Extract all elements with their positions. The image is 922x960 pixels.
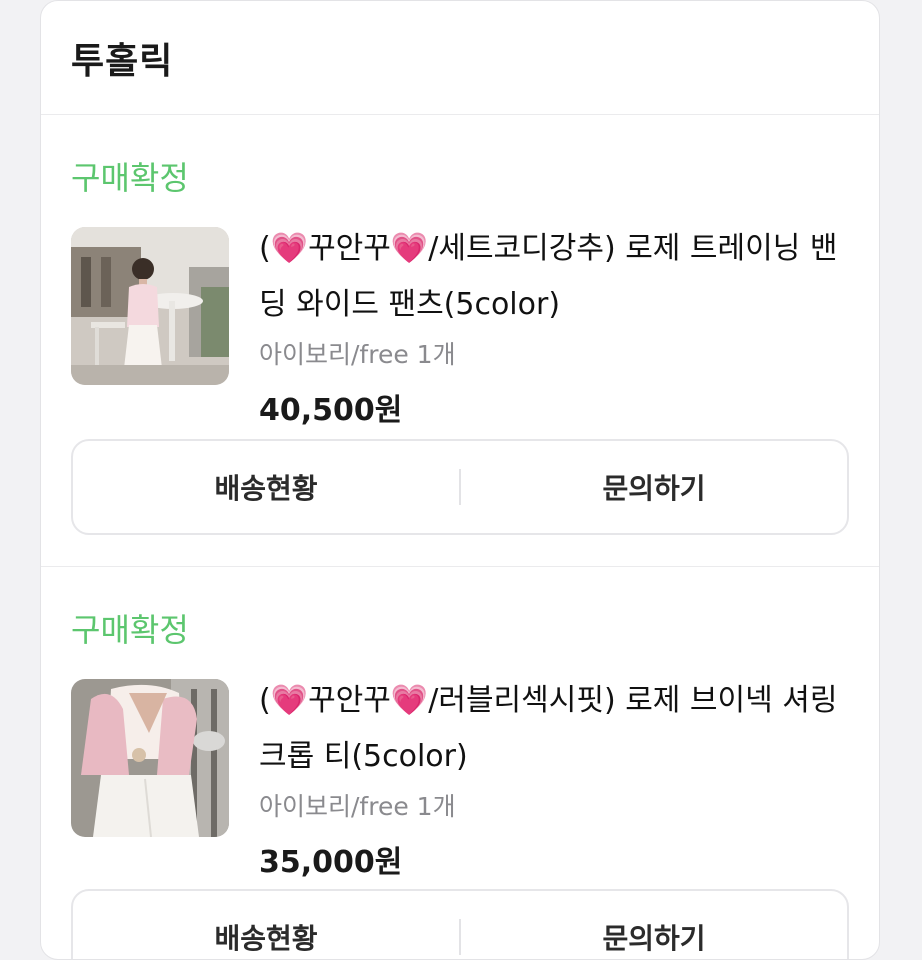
product-title[interactable]: (💗꾸안꾸💗/러블리섹시핏) 로제 브이넥 셔링 크롭 티(5color) <box>259 673 849 785</box>
delivery-status-button[interactable]: 배송현황 <box>73 917 459 957</box>
inquiry-button[interactable]: 문의하기 <box>461 467 847 507</box>
heart-icon: 💗 <box>390 231 429 266</box>
heart-icon: 💗 <box>270 683 309 718</box>
delivery-status-button[interactable]: 배송현황 <box>73 467 459 507</box>
order-actions: 배송현황 문의하기 <box>71 439 849 535</box>
store-name[interactable]: 투홀릭 <box>71 32 173 84</box>
product-title[interactable]: (💗꾸안꾸💗/세트코디강추) 로제 트레이닝 밴딩 와이드 팬츠(5color) <box>259 221 849 333</box>
product-thumbnail[interactable] <box>71 679 229 837</box>
order-item: 구매확정 (💗꾸안꾸� <box>41 115 879 567</box>
order-status: 구매확정 <box>71 159 189 197</box>
product-option: 아이보리/free 1개 <box>259 340 456 369</box>
order-item: 구매확정 (💗꾸안꾸💗/러블리섹시핏) 로제 브이넥 셔링 크롭 티(5colo… <box>41 567 879 959</box>
order-status: 구매확정 <box>71 611 189 649</box>
product-info[interactable]: (💗꾸안꾸💗/러블리섹시핏) 로제 브이넥 셔링 크롭 티(5color) 아이… <box>259 679 849 881</box>
order-actions: 배송현황 문의하기 <box>71 889 849 959</box>
heart-icon: 💗 <box>270 231 309 266</box>
title-prefix: ( <box>259 231 271 266</box>
heart-icon: 💗 <box>390 683 429 718</box>
order-list-card: 투홀릭 구매확정 (💗꾸안꾸💗/세트코디강추) 로제 트레이닝 밴딩 와이드 팬… <box>40 0 880 960</box>
product-photo-top <box>71 679 229 837</box>
title-keyword: 꾸안꾸 <box>308 683 391 718</box>
product-info[interactable]: (💗꾸안꾸💗/세트코디강추) 로제 트레이닝 밴딩 와이드 팬츠(5color)… <box>259 227 849 429</box>
product-photo-pants <box>71 227 229 385</box>
product-price: 40,500원 <box>259 393 403 428</box>
title-prefix: ( <box>259 683 271 718</box>
title-keyword: 꾸안꾸 <box>308 231 391 266</box>
store-header[interactable]: 투홀릭 <box>41 1 879 115</box>
product-option: 아이보리/free 1개 <box>259 792 456 821</box>
product-price: 35,000원 <box>259 845 403 880</box>
inquiry-button[interactable]: 문의하기 <box>461 917 847 957</box>
product-thumbnail[interactable] <box>71 227 229 385</box>
